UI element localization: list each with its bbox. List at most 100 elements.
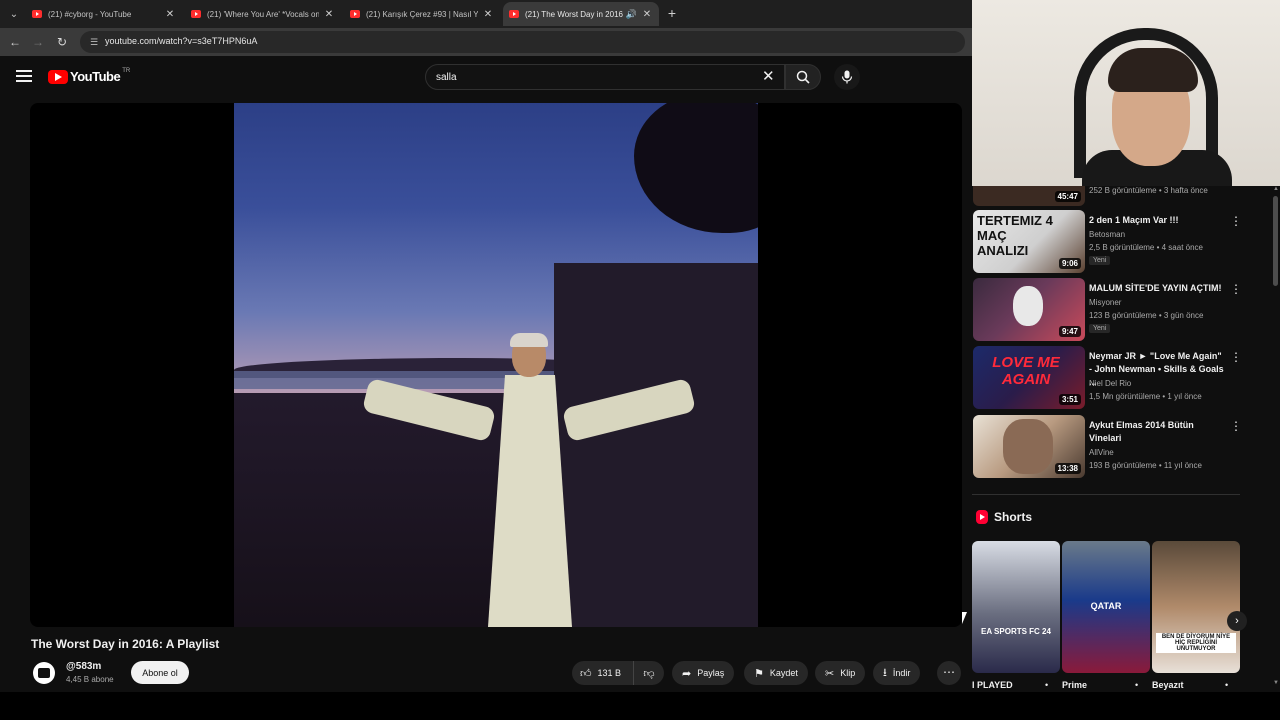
- download-button[interactable]: ⭳ İndir: [873, 661, 921, 685]
- channel-avatar[interactable]: [33, 662, 55, 684]
- chevron-right-icon[interactable]: ›: [1227, 611, 1247, 631]
- short-card[interactable]: QATAR: [1062, 541, 1150, 673]
- video-thumbnail[interactable]: TERTEMIZ 4 MAÇ ANALIZI 9:06: [973, 210, 1085, 273]
- video-player[interactable]: [30, 103, 962, 627]
- browser-tab[interactable]: (21) 'Where You Are' *Vocals on ✕: [185, 2, 341, 26]
- short-overlay-text: QATAR: [1090, 601, 1122, 611]
- like-count: 131 B: [597, 668, 622, 678]
- close-tab-icon[interactable]: ✕: [641, 9, 653, 20]
- video-title[interactable]: MALUM SİTE'DE YAYIN AÇTIM!: [1089, 282, 1224, 295]
- related-video[interactable]: 13:38 Aykut Elmas 2014 Bütün Vinelari Al…: [972, 415, 1242, 479]
- sidebar-scrollbar[interactable]: ▲ ▼: [1272, 186, 1280, 686]
- thumbnail-caption: LOVE ME AGAIN: [992, 354, 1060, 388]
- video-thumbnail[interactable]: 9:47: [973, 278, 1085, 341]
- share-arrow-icon: ➦: [682, 667, 692, 680]
- forward-arrow-icon[interactable]: →: [30, 34, 46, 50]
- tab-title: (21) 'Where You Are' *Vocals on: [207, 9, 319, 19]
- video-title[interactable]: Aykut Elmas 2014 Bütün Vinelari: [1089, 419, 1224, 445]
- video-frame: [234, 103, 758, 627]
- more-actions-icon[interactable]: ⋯: [937, 661, 961, 685]
- video-thumbnail[interactable]: LOVE ME AGAIN 3:51: [973, 346, 1085, 409]
- video-duration: 9:47: [1058, 326, 1081, 337]
- save-button[interactable]: ⚑ Kaydet: [744, 661, 808, 685]
- video-duration: 9:06: [1058, 258, 1081, 269]
- channel-name[interactable]: @583m: [66, 661, 101, 672]
- voice-search-button[interactable]: [834, 64, 860, 90]
- short-card[interactable]: EA SPORTS FC 24: [972, 541, 1060, 673]
- more-options-icon[interactable]: ⋮: [1230, 282, 1242, 296]
- download-icon: ⭳: [883, 666, 887, 679]
- video-meta: 123 B görüntüleme • 3 gün önce: [1089, 311, 1204, 320]
- related-video[interactable]: LOVE ME AGAIN 3:51 Neymar JR ► "Love Me …: [972, 346, 1242, 410]
- close-tab-icon[interactable]: ✕: [323, 9, 335, 20]
- youtube-logo[interactable]: YouTube TR: [48, 67, 131, 84]
- more-options-icon[interactable]: ⋮: [1230, 350, 1242, 364]
- subscribe-button[interactable]: Abone ol: [131, 661, 189, 684]
- scroll-down-icon[interactable]: ▼: [1273, 680, 1279, 686]
- address-bar[interactable]: ☰ youtube.com/watch?v=s3eT7HPN6uA: [80, 31, 965, 53]
- tab-title: (21) #cyborg - YouTube: [48, 9, 132, 19]
- scroll-up-icon[interactable]: ▲: [1273, 186, 1279, 192]
- site-info-icon[interactable]: ☰: [88, 36, 100, 48]
- browser-tab-active[interactable]: (21) The Worst Day in 2016 🔊 ✕: [503, 2, 659, 26]
- clear-search-icon[interactable]: ✕: [762, 69, 775, 85]
- video-thumbnail[interactable]: 13:38: [973, 415, 1085, 478]
- search-button[interactable]: [785, 64, 821, 90]
- like-dislike-group: 👍︎ 131 B 👎︎: [572, 661, 664, 685]
- video-meta: 193 B görüntüleme • 11 yıl önce: [1089, 461, 1202, 470]
- video-title[interactable]: 2 den 1 Maçım Var !!!: [1089, 214, 1224, 227]
- thumbs-down-icon: 👎︎: [643, 667, 655, 680]
- more-options-icon[interactable]: ⋮: [1230, 419, 1242, 433]
- short-menu-dot[interactable]: •: [1225, 680, 1228, 690]
- microphone-icon: [841, 70, 853, 84]
- back-arrow-icon[interactable]: ←: [7, 34, 23, 50]
- thumbnail-caption: TERTEMIZ 4 MAÇ ANALIZI: [977, 213, 1053, 258]
- short-menu-dot[interactable]: •: [1045, 680, 1048, 690]
- building-silhouette: [554, 263, 758, 627]
- new-badge: Yeni: [1089, 256, 1111, 265]
- short-menu-dot[interactable]: •: [1135, 680, 1138, 690]
- short-title[interactable]: Prime: [1062, 680, 1087, 690]
- short-title[interactable]: I PLAYED: [972, 680, 1013, 690]
- region-code: TR: [122, 67, 131, 74]
- video-channel[interactable]: AllVine: [1089, 448, 1114, 457]
- more-options-icon[interactable]: ⋮: [1230, 214, 1242, 228]
- reload-icon[interactable]: ↻: [54, 34, 70, 50]
- dislike-button[interactable]: 👎︎: [634, 661, 664, 685]
- tree-silhouette: [634, 103, 758, 233]
- search-query: salla: [436, 72, 457, 83]
- new-tab-plus-icon[interactable]: +: [664, 5, 680, 21]
- close-tab-icon[interactable]: ✕: [482, 9, 494, 20]
- youtube-header: YouTube TR salla ✕: [0, 56, 972, 100]
- youtube-favicon-icon: [509, 10, 519, 18]
- save-label: Kaydet: [769, 668, 798, 678]
- scissors-icon: ✂: [825, 667, 835, 680]
- video-channel[interactable]: Niel Del Rio: [1089, 379, 1131, 388]
- share-button[interactable]: ➦ Paylaş: [672, 661, 735, 685]
- browser-tab[interactable]: (21) #cyborg - YouTube ✕: [26, 2, 182, 26]
- video-channel[interactable]: Betosman: [1089, 230, 1125, 239]
- related-video[interactable]: TERTEMIZ 4 MAÇ ANALIZI 9:06 2 den 1 Maçı…: [972, 210, 1242, 274]
- clip-button[interactable]: ✂ Klip: [815, 661, 866, 685]
- youtube-favicon-icon: [350, 10, 360, 18]
- youtube-play-logo-icon: [48, 69, 68, 84]
- url-text: youtube.com/watch?v=s3eT7HPN6uA: [105, 36, 258, 46]
- scrollbar-thumb[interactable]: [1273, 196, 1278, 286]
- audio-playing-icon[interactable]: 🔊: [626, 9, 637, 20]
- tab-search-icon[interactable]: ⌄: [5, 5, 23, 23]
- video-duration: 13:38: [1054, 463, 1081, 474]
- short-overlay-text: EA SPORTS FC 24: [981, 627, 1051, 636]
- person-cap: [510, 333, 548, 347]
- related-video[interactable]: 9:47 MALUM SİTE'DE YAYIN AÇTIM! Misyoner…: [972, 278, 1242, 342]
- short-title[interactable]: Beyazıt: [1152, 680, 1184, 690]
- shorts-heading: Shorts: [994, 510, 1033, 524]
- subscriber-count: 4,45 B abone: [66, 675, 114, 684]
- video-channel[interactable]: Misyoner: [1089, 298, 1121, 307]
- short-card[interactable]: BEN DE DİYORUM NİYE HİÇ REPLİĞİNİ UNUTMU…: [1152, 541, 1240, 673]
- close-tab-icon[interactable]: ✕: [164, 9, 176, 20]
- like-button[interactable]: 👍︎ 131 B: [572, 661, 634, 685]
- menu-icon[interactable]: [16, 70, 32, 84]
- thumbnail-person: [1003, 419, 1053, 474]
- browser-tab[interactable]: (21) Karışık Çerez #93 | Nasıl Yı ✕: [344, 2, 500, 26]
- search-input[interactable]: salla ✕: [425, 64, 785, 90]
